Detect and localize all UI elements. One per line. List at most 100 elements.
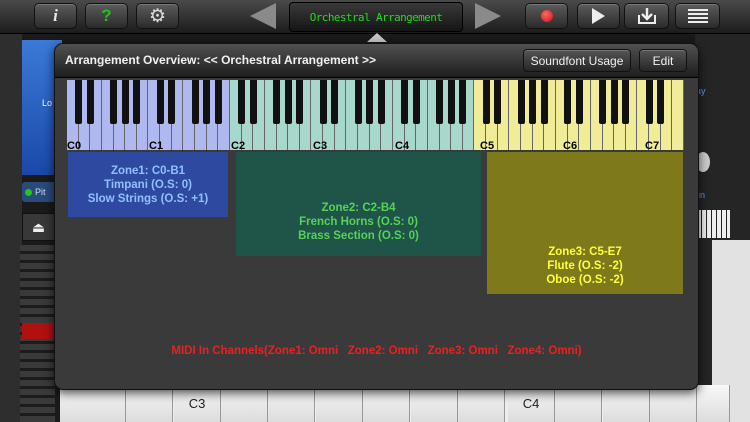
piano-key[interactable]	[458, 385, 505, 422]
piano-key[interactable]	[316, 385, 363, 422]
zone-black-key[interactable]	[75, 80, 83, 124]
zone-black-key[interactable]	[133, 80, 141, 124]
zone-black-key[interactable]	[249, 80, 257, 124]
zone-black-key[interactable]	[599, 80, 606, 124]
left-background	[0, 34, 22, 422]
piano-key[interactable]	[555, 385, 602, 422]
piano-key[interactable]	[268, 385, 315, 422]
octave-label-c5: C5	[480, 140, 495, 152]
arrangement-overview-panel: Arrangement Overview: << Orchestral Arra…	[54, 43, 699, 390]
zone3-instrument-2: Oboe (O.S: -2)	[546, 273, 624, 286]
zone-black-key[interactable]	[610, 80, 618, 124]
zone-black-key[interactable]	[622, 80, 630, 124]
record-button[interactable]	[525, 3, 568, 29]
menu-list-icon	[687, 9, 708, 23]
zone-black-key[interactable]	[494, 80, 502, 124]
zone-black-key[interactable]	[156, 80, 164, 124]
zone-black-key[interactable]	[191, 80, 199, 124]
octave-label-c3: C3	[313, 140, 328, 152]
zone-black-key[interactable]	[540, 80, 548, 124]
level-meter-marker	[22, 323, 54, 339]
octave-label-c1: C1	[149, 140, 164, 152]
zone-black-key[interactable]	[401, 80, 409, 124]
play-button[interactable]	[577, 3, 620, 29]
zone-black-key[interactable]	[529, 80, 537, 124]
pitch-led-icon	[25, 188, 32, 196]
piano-key[interactable]	[603, 385, 650, 422]
arrangement-title-display[interactable]: Orchestral Arrangement	[289, 2, 463, 32]
zone-black-key[interactable]	[564, 80, 572, 124]
prev-arrow-icon[interactable]	[250, 3, 276, 29]
zone-black-key[interactable]	[110, 80, 118, 124]
download-icon	[637, 8, 656, 24]
help-icon: ?	[101, 6, 112, 25]
zone3-range: Zone3: C5-E7	[548, 245, 622, 258]
play-icon	[592, 8, 605, 24]
zone-black-key[interactable]	[517, 80, 525, 124]
zone-black-key[interactable]	[296, 80, 304, 124]
next-arrow-icon[interactable]	[475, 3, 501, 29]
octave-label-c0: C0	[67, 140, 82, 152]
zone-black-key[interactable]	[86, 80, 94, 124]
zone-black-key[interactable]	[331, 80, 339, 124]
piano-key[interactable]	[363, 385, 410, 422]
zone-black-key[interactable]	[482, 80, 490, 124]
piano-key[interactable]	[697, 385, 730, 422]
zone-black-key[interactable]	[575, 80, 583, 124]
zone-black-key[interactable]	[238, 80, 246, 124]
piano-key[interactable]	[126, 385, 173, 422]
zone3-box[interactable]: Zone3: C5-E7 Flute (O.S: -2) Oboe (O.S: …	[487, 152, 683, 294]
zone-black-key[interactable]	[354, 80, 362, 124]
zone-black-key[interactable]	[645, 80, 653, 124]
zone-black-key[interactable]	[168, 80, 176, 124]
zone-black-key[interactable]	[203, 80, 211, 124]
piano-key[interactable]	[79, 385, 126, 422]
zone-white-key[interactable]	[672, 80, 684, 150]
piano-key[interactable]	[221, 385, 268, 422]
pitch-label: Pit	[35, 187, 46, 197]
left-tab-label: Lo	[42, 98, 53, 108]
piano-key-c4[interactable]: C4	[508, 385, 555, 422]
edit-button[interactable]: Edit	[639, 49, 687, 72]
octave-label-c7: C7	[645, 140, 660, 152]
zone-black-key[interactable]	[121, 80, 129, 124]
zone-black-key[interactable]	[284, 80, 292, 124]
zone-black-key[interactable]	[214, 80, 222, 124]
zone-black-key[interactable]	[377, 80, 385, 124]
zone-black-key[interactable]	[273, 80, 281, 124]
zone1-instrument-1: Timpani (O.S: 0)	[104, 178, 192, 191]
zone1-instrument-2: Slow Strings (O.S: +1)	[87, 192, 209, 205]
zone1-box[interactable]: Zone1: C0-B1 Timpani (O.S: 0) Slow Strin…	[68, 152, 228, 217]
zone-black-key[interactable]	[459, 80, 467, 124]
zone-black-key[interactable]	[319, 80, 327, 124]
piano-key-label: C3	[188, 396, 206, 411]
zone-black-key[interactable]	[436, 80, 444, 124]
zone1-range: Zone1: C0-B1	[110, 164, 186, 177]
piano-key[interactable]	[650, 385, 697, 422]
settings-button[interactable]: ⚙	[136, 3, 179, 29]
menu-list-button[interactable]	[675, 3, 720, 29]
soundfont-usage-button[interactable]: Soundfont Usage	[523, 49, 631, 72]
piano-key-label: C4	[522, 396, 540, 411]
zone-keyboard[interactable]: C0 C1 C2 C3 C4 C5 C6 C7	[67, 80, 684, 152]
zone3-instrument-1: Flute (O.S: -2)	[547, 259, 623, 272]
download-button[interactable]	[624, 3, 669, 29]
right-panel-label-2: in	[698, 190, 706, 200]
mini-keyboard-icon[interactable]	[697, 210, 730, 238]
eject-icon: ⏏	[31, 218, 46, 235]
gear-icon: ⚙	[148, 5, 167, 27]
zone2-instrument-1: French Horns (O.S: 0)	[299, 215, 418, 228]
info-button[interactable]: i	[34, 3, 77, 29]
zone-black-key[interactable]	[366, 80, 374, 124]
zone2-box[interactable]: Zone2: C2-B4 French Horns (O.S: 0) Brass…	[236, 152, 481, 256]
octave-label-c6: C6	[563, 140, 578, 152]
panel-title: Arrangement Overview: << Orchestral Arra…	[65, 53, 377, 67]
zone-black-key[interactable]	[412, 80, 420, 124]
piano-key-c3[interactable]: C3	[174, 385, 221, 422]
zone-black-key[interactable]	[657, 80, 665, 124]
eject-button[interactable]: ⏏	[22, 213, 55, 241]
midi-in-channels: MIDI In Channels(Zone1: Omni Zone2: Omni…	[171, 345, 582, 357]
piano-key[interactable]	[411, 385, 458, 422]
zone-black-key[interactable]	[447, 80, 455, 124]
help-button[interactable]: ?	[85, 3, 128, 29]
